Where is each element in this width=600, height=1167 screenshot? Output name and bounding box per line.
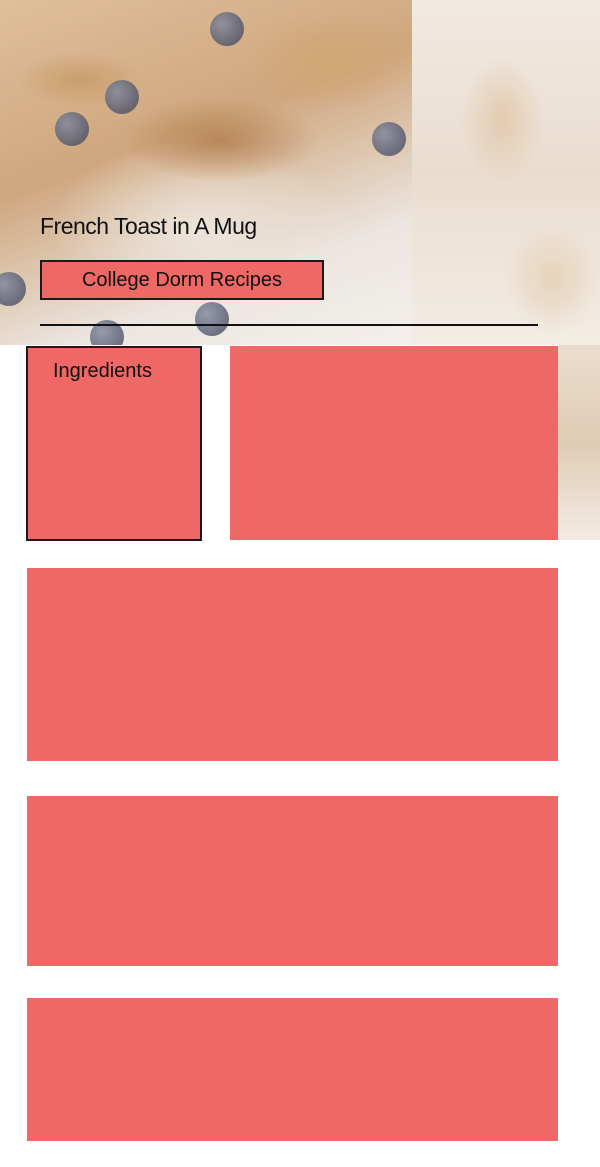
ingredients-heading: Ingredients <box>53 360 152 382</box>
french-toast-sticks-photo <box>412 0 600 345</box>
blueberry-decoration <box>55 112 89 146</box>
content-panel-4 <box>27 998 558 1141</box>
page-title: French Toast in A Mug <box>40 213 257 239</box>
blueberry-decoration <box>105 80 139 114</box>
blueberry-decoration <box>195 302 229 336</box>
content-panel-3 <box>27 796 558 966</box>
subtitle-text: College Dorm Recipes <box>81 268 283 291</box>
content-panel-2 <box>27 568 558 761</box>
subtitle-banner: College Dorm Recipes <box>40 260 324 300</box>
header-divider <box>40 324 538 326</box>
blueberry-decoration <box>0 272 26 306</box>
content-panel-top-right <box>230 346 558 540</box>
ingredients-panel: Ingredients <box>26 346 202 541</box>
blueberry-decoration <box>210 12 244 46</box>
photo-edge-strip <box>558 345 600 540</box>
blueberry-decoration <box>372 122 406 156</box>
